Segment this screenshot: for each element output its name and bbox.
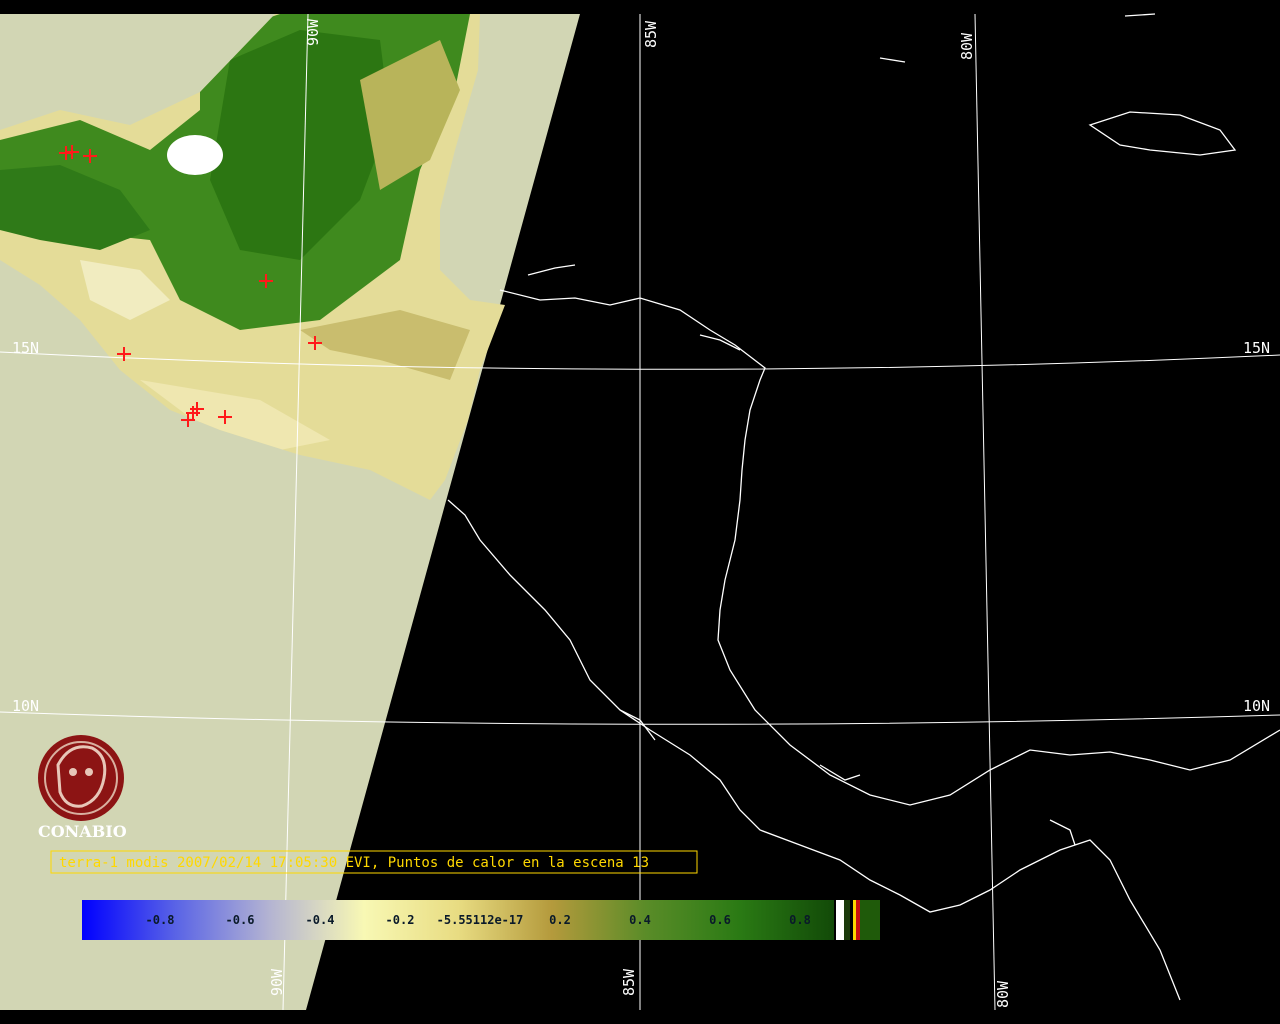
lon-label-90w-bottom: 90W: [268, 968, 286, 996]
legend-tick-label: 0.2: [549, 913, 571, 927]
legend-swatch-white: [836, 900, 844, 940]
lon-label-85w-bottom: 85W: [620, 968, 638, 996]
lon-label-85w-top: 85W: [642, 20, 660, 48]
lat-label-10n-right: 10N: [1243, 697, 1270, 715]
scene-caption: terra-1 modis 2007/02/14 17:05:30 EVI, P…: [59, 855, 649, 871]
lat-label-15n-right: 15N: [1243, 339, 1270, 357]
evi-color-legend: -0.8 -0.6 -0.4 -0.2 -5.55112e-17 0.2 0.4 0.6 0.8: [82, 900, 880, 940]
legend-tick-label: 0.8: [789, 913, 811, 927]
lat-label-10n-left: 10N: [12, 697, 39, 715]
lon-label-80w-bottom: 80W: [994, 980, 1012, 1008]
legend-tick-label: -0.8: [146, 913, 175, 927]
legend-tick-label: -0.2: [386, 913, 415, 927]
legend-swatch-dark: [844, 900, 850, 940]
legend-tick-label: 0.4: [629, 913, 651, 927]
coastlines: [447, 13, 1280, 1001]
lon-label-90w-top: 90W: [304, 18, 322, 46]
graticule-line-80w: [974, 13, 996, 1011]
lon-label-80w-top: 80W: [958, 32, 976, 60]
legend-swatch-red: [856, 900, 860, 940]
conabio-logo: [38, 735, 124, 821]
legend-tick-label: -0.4: [306, 913, 335, 927]
legend-swatch-yellow: [853, 900, 856, 940]
legend-tick-label: -5.55112e-17: [437, 913, 524, 927]
legend-tick-label: -0.6: [226, 913, 255, 927]
organization-name: CONABIO: [38, 822, 127, 841]
legend-swatch-green: [860, 900, 880, 940]
lat-label-15n-left: 15N: [12, 339, 39, 357]
legend-tick-label: 0.6: [709, 913, 731, 927]
satellite-map: 15N 15N 10N 10N 90W 90W 85W 85W 80W 80W …: [0, 13, 1280, 1011]
